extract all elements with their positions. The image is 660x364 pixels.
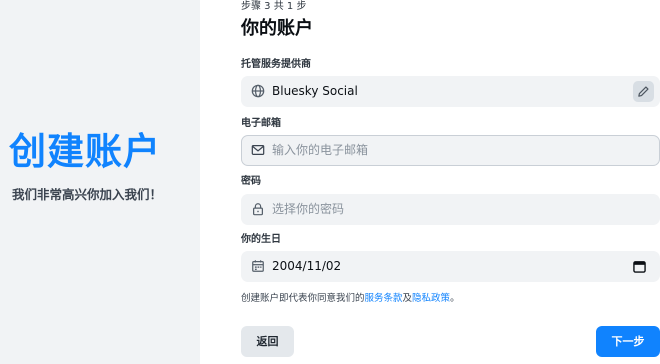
page-title: 你的账户 [241,18,313,39]
email-placeholder: 输入你的电子邮箱 [272,143,369,157]
birthday-field[interactable]: 2004/11/02 [241,251,660,282]
privacy-policy-link[interactable]: 隐私政策 [412,293,450,304]
terms-suffix: 。 [450,293,460,304]
terms-notice: 创建账户即代表你同意我们的服务条款及隐私政策。 [241,292,460,306]
password-placeholder: 选择你的密码 [272,202,345,216]
hosting-provider-label: 托管服务提供商 [241,59,311,70]
email-label: 电子邮箱 [241,118,281,129]
globe-icon [251,84,265,98]
pencil-icon [638,86,649,97]
calendar-icon [252,260,264,272]
birthday-label: 你的生日 [241,234,281,245]
step-indicator: 步骤 3 共 1 步 [241,1,307,12]
terms-conjunction: 及 [402,293,413,304]
terms-prefix: 创建账户即代表你同意我们的 [241,293,365,304]
edit-hosting-provider-button[interactable] [633,81,654,102]
email-field[interactable]: 输入你的电子邮箱 [241,135,660,166]
date-picker-icon[interactable] [633,260,646,273]
hosting-provider-field: Bluesky Social [241,76,660,107]
hero-subtitle: 我们非常高兴你加入我们！ [11,187,162,202]
terms-of-service-link[interactable]: 服务条款 [365,293,403,304]
envelope-icon [251,145,265,155]
lock-icon [253,203,263,216]
next-button[interactable]: 下一步 [596,326,660,357]
back-button[interactable]: 返回 [241,326,294,357]
hero-title: 创建账户 [9,130,161,173]
hosting-provider-value: Bluesky Social [272,84,358,98]
password-field[interactable]: 选择你的密码 [241,194,660,225]
welcome-panel: 创建账户 我们非常高兴你加入我们！ [0,0,200,364]
password-label: 密码 [241,176,261,187]
birthday-value: 2004/11/02 [272,259,342,273]
